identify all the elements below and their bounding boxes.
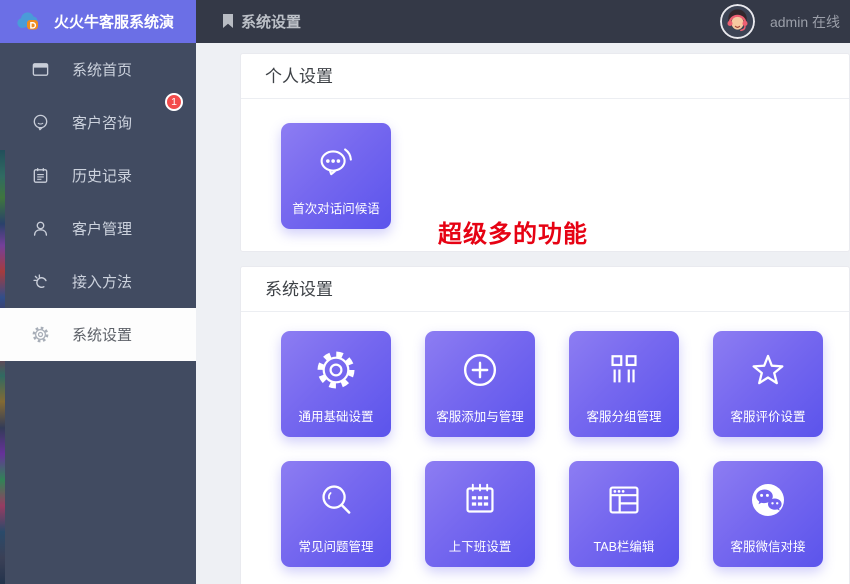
tile-label: 客服微信对接 [713, 536, 823, 555]
sidebar-item-label: 客户管理 [72, 218, 132, 239]
tile-label: 客服添加与管理 [425, 406, 535, 425]
top-header: 火火牛客服系统演 系统设置 [0, 0, 850, 43]
bookmark-icon [222, 14, 234, 29]
sidebar-item-label: 系统首页 [72, 59, 132, 80]
tile-label: 首次对话问候语 [281, 198, 391, 217]
tile-label: 通用基础设置 [281, 406, 391, 425]
wechat-icon [713, 465, 823, 535]
sidebar-item-history[interactable]: 历史记录 [0, 149, 196, 202]
avatar-image [720, 4, 755, 39]
tile-agent-group-manage[interactable]: 客服分组管理 [569, 331, 679, 437]
app-window: 火火牛客服系统演 系统设置 [0, 0, 850, 584]
sidebar-item-customer-manage[interactable]: 客户管理 [0, 202, 196, 255]
gear-icon [30, 325, 50, 345]
link-icon [30, 272, 50, 292]
tile-work-hours-settings[interactable]: 上下班设置 [425, 461, 535, 567]
sidebar-item-access-methods[interactable]: 接入方法 [0, 255, 196, 308]
star-icon [713, 335, 823, 405]
section-title: 个人设置 [241, 54, 849, 99]
brand-title: 火火牛客服系统演 [54, 11, 174, 32]
tile-wechat-connect[interactable]: 客服微信对接 [713, 461, 823, 567]
sidebar: 系统首页 客户咨询 1 历史记录 [0, 43, 196, 584]
settings-tile-grid: 通用基础设置 客服添加与管理 [281, 331, 849, 567]
user-area: admin 在线 [720, 4, 850, 39]
calendar-icon [425, 465, 535, 535]
tile-label: 客服评价设置 [713, 406, 823, 425]
user-status: admin 在线 [770, 12, 840, 32]
chat-greeting-icon [281, 127, 391, 197]
sidebar-item-customer-consult[interactable]: 客户咨询 1 [0, 96, 196, 149]
topnav-label: 系统设置 [241, 11, 301, 32]
chat-bubble-icon [30, 113, 50, 133]
sidebar-item-system-home[interactable]: 系统首页 [0, 43, 196, 96]
tile-label: 客服分组管理 [569, 406, 679, 425]
section-title: 系统设置 [241, 267, 849, 312]
brand-logo-block[interactable]: 火火牛客服系统演 [0, 0, 196, 43]
tile-first-greeting[interactable]: 首次对话问候语 [281, 123, 391, 229]
tile-general-settings[interactable]: 通用基础设置 [281, 331, 391, 437]
history-notes-icon [30, 166, 50, 186]
unread-badge: 1 [165, 93, 183, 111]
sidebar-item-label: 接入方法 [72, 271, 132, 292]
sidebar-item-label: 客户咨询 [72, 112, 132, 133]
avatar[interactable] [720, 4, 755, 39]
tile-label: 常见问题管理 [281, 536, 391, 555]
tile-rating-settings[interactable]: 客服评价设置 [713, 331, 823, 437]
tile-tab-bar-edit[interactable]: TAB栏编辑 [569, 461, 679, 567]
sidebar-item-label: 历史记录 [72, 165, 132, 186]
brand-logo-icon [14, 11, 44, 33]
personal-settings-card: 个人设置 首次对话问候语 超级多的功能 [240, 53, 850, 252]
group-columns-icon [569, 335, 679, 405]
plus-circle-icon [425, 335, 535, 405]
tile-agent-add-manage[interactable]: 客服添加与管理 [425, 331, 535, 437]
browser-home-icon [30, 60, 50, 80]
tab-window-icon [569, 465, 679, 535]
tile-label: TAB栏编辑 [569, 536, 679, 555]
system-settings-card: 系统设置 通用基础设置 [240, 266, 850, 584]
tile-faq-manage[interactable]: 常见问题管理 [281, 461, 391, 567]
main-content: 个人设置 首次对话问候语 超级多的功能 系统设置 [196, 43, 850, 584]
gear-icon [281, 335, 391, 405]
user-icon [30, 219, 50, 239]
tile-label: 上下班设置 [425, 536, 535, 555]
sidebar-item-label: 系统设置 [72, 324, 132, 345]
search-icon [281, 465, 391, 535]
topnav-system-settings[interactable]: 系统设置 [212, 0, 311, 43]
sidebar-item-system-settings[interactable]: 系统设置 [0, 308, 196, 361]
annotation-text: 超级多的功能 [438, 214, 588, 249]
